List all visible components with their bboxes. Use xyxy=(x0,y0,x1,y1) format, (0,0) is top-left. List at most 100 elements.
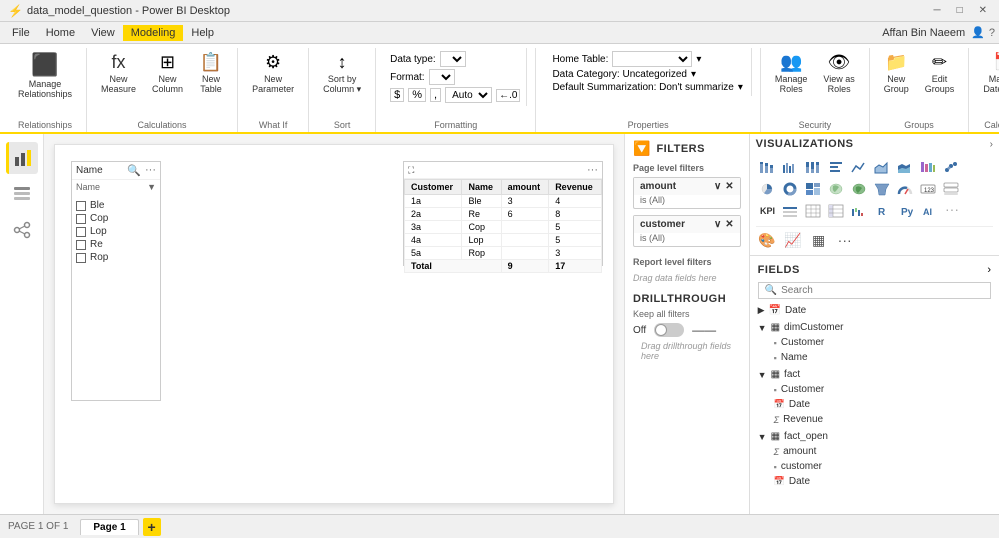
amount-expand-icon[interactable]: ∨ xyxy=(714,181,721,192)
slicer-checkbox-lop[interactable] xyxy=(76,227,86,237)
viz-icon-treemap[interactable] xyxy=(802,178,824,200)
viz-icon-filled-map[interactable] xyxy=(848,178,870,200)
customer-clear-icon[interactable]: ✕ xyxy=(725,219,733,230)
viz-icon-scatter[interactable] xyxy=(940,156,962,178)
menu-view[interactable]: View xyxy=(83,25,123,41)
slicer-item[interactable]: Cop xyxy=(76,213,156,224)
viz-icon-bar-horizontal[interactable] xyxy=(825,156,847,178)
table-more-icon[interactable]: ··· xyxy=(587,164,598,176)
view-as-roles-btn[interactable]: 👁 View asRoles xyxy=(817,50,860,97)
toggle-track[interactable] xyxy=(654,323,684,337)
percent-btn[interactable]: % xyxy=(408,88,426,102)
viz-icon-card[interactable]: 123 xyxy=(917,178,939,200)
viz-format-icon[interactable]: 🎨 xyxy=(756,229,778,251)
menu-file[interactable]: File xyxy=(4,25,38,41)
viz-icon-waterfall[interactable] xyxy=(848,200,870,222)
slicer-item[interactable]: Rop xyxy=(76,252,156,263)
maximize-btn[interactable]: □ xyxy=(953,5,967,16)
close-btn[interactable]: ✕ xyxy=(975,5,991,16)
auto-select[interactable]: Auto xyxy=(445,87,492,103)
canvas-area[interactable]: Name 🔍 ··· Name ▼ Ble xyxy=(44,134,624,514)
add-page-btn[interactable]: + xyxy=(143,518,161,536)
viz-icon-funnel[interactable] xyxy=(871,178,893,200)
viz-fields-icon[interactable]: ▦ xyxy=(808,229,830,251)
viz-icon-kpi[interactable]: KPI xyxy=(756,200,778,222)
field-item-fact-open-customer[interactable]: ▪ customer xyxy=(750,459,999,474)
slicer-more-icon[interactable]: ··· xyxy=(145,164,156,177)
menu-home[interactable]: Home xyxy=(38,25,83,41)
new-table-btn[interactable]: 📋 NewTable xyxy=(193,50,229,97)
field-item-fact-open-amount[interactable]: Σ amount xyxy=(750,444,999,459)
comma-btn[interactable]: , xyxy=(430,88,441,102)
new-group-btn[interactable]: 📁 NewGroup xyxy=(878,50,915,97)
fact-group-header[interactable]: ▼ ▦ fact xyxy=(750,367,999,382)
format-select[interactable] xyxy=(429,69,455,85)
viz-analytics-icon[interactable]: 📈 xyxy=(782,229,804,251)
sidebar-icon-report[interactable] xyxy=(6,142,38,174)
viz-icon-slicer[interactable] xyxy=(779,200,801,222)
slicer-item[interactable]: Re xyxy=(76,239,156,250)
slicer-checkbox-rop[interactable] xyxy=(76,253,86,263)
viz-more-options-icon[interactable]: ··· xyxy=(834,229,856,251)
menu-modeling[interactable]: Modeling xyxy=(123,25,184,41)
field-item-dimcustomer-customer[interactable]: ▪ Customer xyxy=(750,335,999,350)
viz-icon-r-visual[interactable]: R xyxy=(871,200,893,222)
data-type-select[interactable] xyxy=(440,51,466,67)
slicer-checkbox-cop[interactable] xyxy=(76,214,86,224)
viz-icon-python[interactable]: Py xyxy=(894,200,916,222)
slicer-expand-icon[interactable]: ▼ xyxy=(147,182,156,192)
viz-icon-matrix[interactable] xyxy=(825,200,847,222)
viz-icon-ai[interactable]: AI xyxy=(917,200,939,222)
sort-by-column-btn[interactable]: ↕ Sort byColumn ▾ xyxy=(317,50,367,97)
viz-icon-ribbon[interactable] xyxy=(917,156,939,178)
new-measure-btn[interactable]: fx NewMeasure xyxy=(95,50,142,97)
viz-icon-pie[interactable] xyxy=(756,178,778,200)
viz-icon-more[interactable]: ··· xyxy=(940,200,962,222)
viz-icon-table[interactable] xyxy=(802,200,824,222)
dimcustomer-group-header[interactable]: ▼ ▦ dimCustomer xyxy=(750,320,999,335)
viz-icon-clustered-bar[interactable] xyxy=(779,156,801,178)
search-input[interactable] xyxy=(781,285,984,296)
viz-icon-line[interactable] xyxy=(848,156,870,178)
viz-icon-gauge[interactable] xyxy=(894,178,916,200)
table-panel[interactable]: ⛶ ··· Customer Name amount Revenue xyxy=(403,161,603,266)
field-item-fact-date[interactable]: 📅 Date xyxy=(750,397,999,412)
slicer-checkbox-re[interactable] xyxy=(76,240,86,250)
mark-date-table-btn[interactable]: 📅 Mark asDate Table xyxy=(977,50,999,97)
slicer-item[interactable]: Ble xyxy=(76,200,156,211)
new-column-btn[interactable]: ⊞ NewColumn xyxy=(146,50,189,97)
minimize-btn[interactable]: ─ xyxy=(929,5,944,16)
viz-icon-map[interactable] xyxy=(825,178,847,200)
viz-icon-multi-row-card[interactable] xyxy=(940,178,962,200)
customer-expand-icon[interactable]: ∨ xyxy=(714,219,721,230)
amount-clear-icon[interactable]: ✕ xyxy=(725,181,733,192)
page-1-tab[interactable]: Page 1 xyxy=(80,519,138,535)
sidebar-icon-model[interactable] xyxy=(6,214,38,246)
edit-groups-btn[interactable]: ✏ EditGroups xyxy=(919,50,961,97)
field-item-fact-open-date[interactable]: 📅 Date xyxy=(750,474,999,489)
date-group-header[interactable]: ▶ 📅 Date xyxy=(750,303,999,318)
home-table-select[interactable] xyxy=(612,51,692,67)
field-item-fact-customer[interactable]: ▪ Customer xyxy=(750,382,999,397)
slicer-checkbox-ble[interactable] xyxy=(76,201,86,211)
sidebar-icon-data[interactable] xyxy=(6,178,38,210)
ribbon-group-calculations: fx NewMeasure ⊞ NewColumn 📋 NewTable Cal… xyxy=(87,48,238,132)
new-parameter-btn[interactable]: ⚙ NewParameter xyxy=(246,50,300,97)
menu-help[interactable]: Help xyxy=(183,25,222,41)
viz-icon-donut[interactable] xyxy=(779,178,801,200)
dollar-btn[interactable]: $ xyxy=(390,88,404,102)
viz-icon-100pct-bar[interactable] xyxy=(802,156,824,178)
search-box[interactable]: 🔍 xyxy=(758,282,991,299)
field-item-dimcustomer-name[interactable]: ▪ Name xyxy=(750,350,999,365)
viz-icon-area[interactable] xyxy=(871,156,893,178)
viz-icon-stacked-area[interactable] xyxy=(894,156,916,178)
slicer-panel[interactable]: Name 🔍 ··· Name ▼ Ble xyxy=(71,161,161,401)
decrease-decimal-btn[interactable]: ←.0 xyxy=(496,89,520,102)
slicer-item[interactable]: Lop xyxy=(76,226,156,237)
slicer-search-icon[interactable]: 🔍 xyxy=(127,164,141,177)
viz-icon-stacked-bar[interactable] xyxy=(756,156,778,178)
manage-roles-btn[interactable]: 👥 ManageRoles xyxy=(769,50,814,97)
field-item-fact-revenue[interactable]: Σ Revenue xyxy=(750,412,999,427)
manage-relationships-btn[interactable]: ⬛ ManageRelationships xyxy=(12,50,78,102)
fact-open-group-header[interactable]: ▼ ▦ fact_open xyxy=(750,429,999,444)
